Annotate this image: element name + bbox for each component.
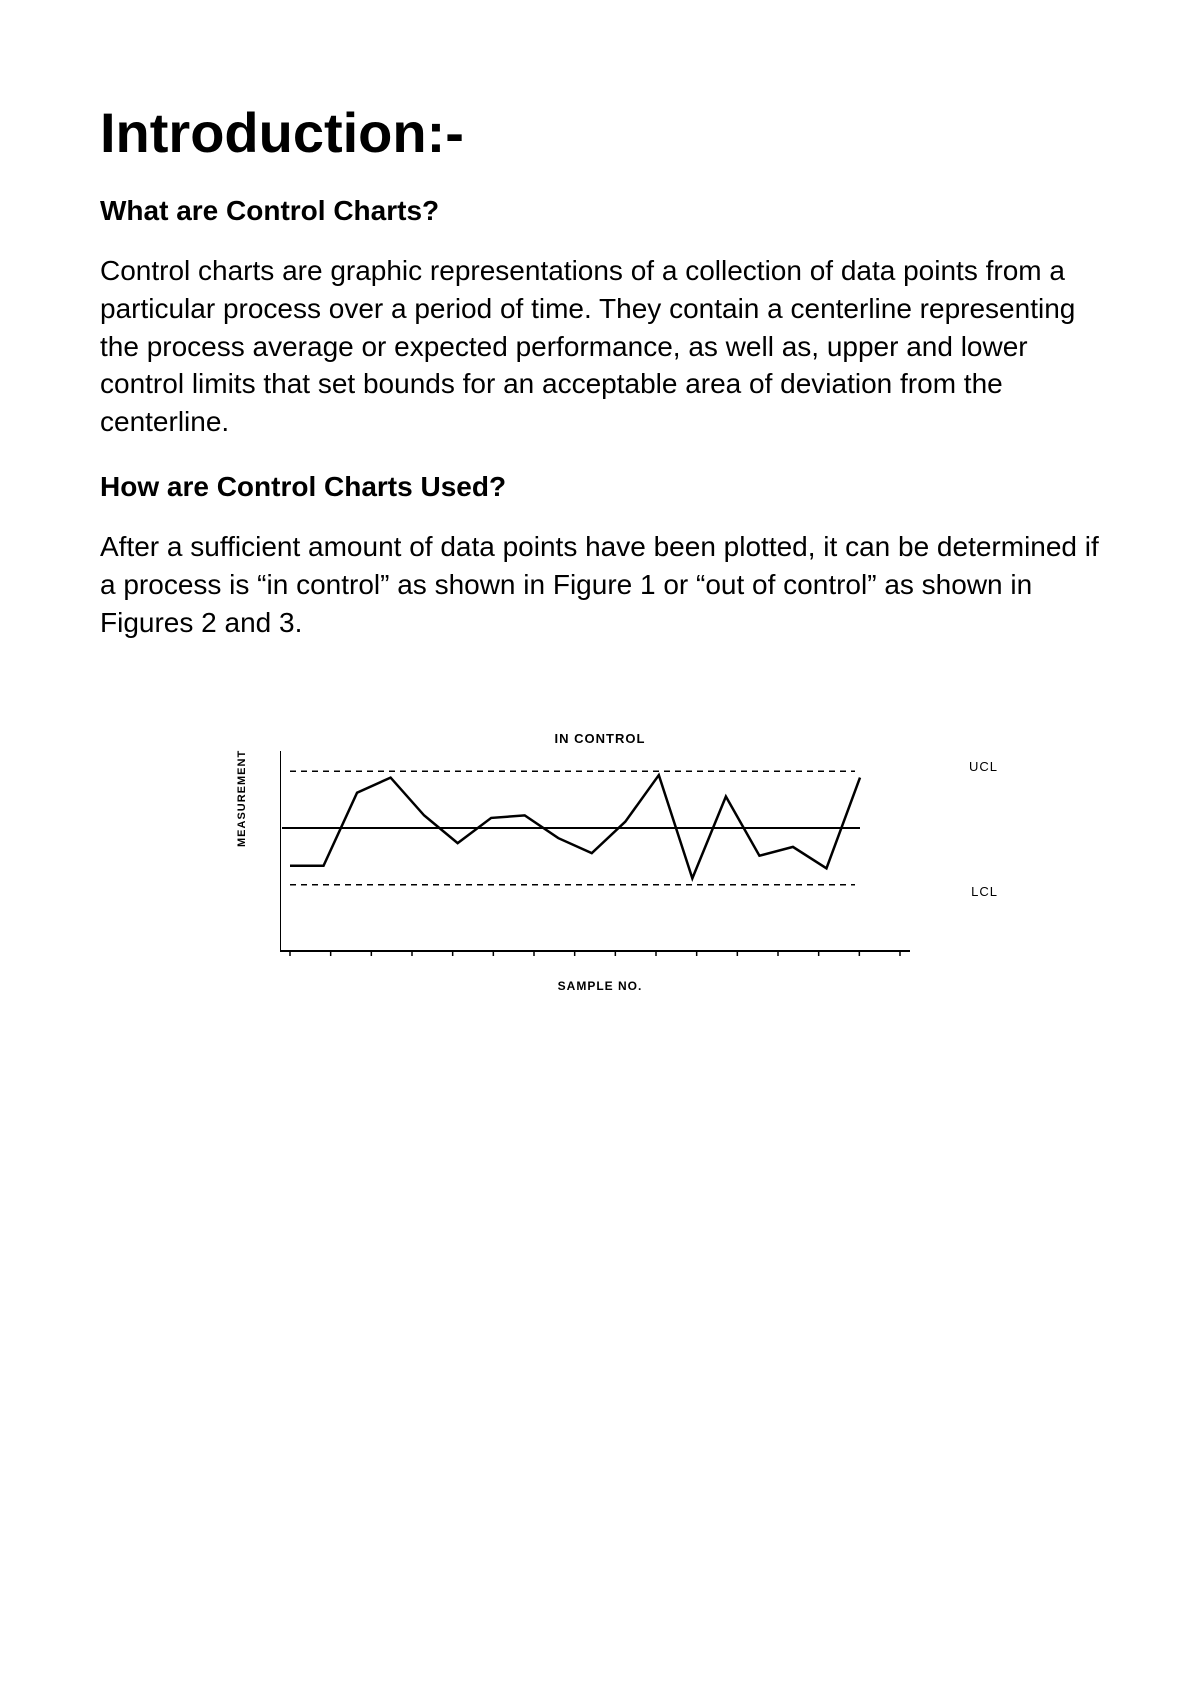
page-title: Introduction:- [100,100,1100,165]
data-line [290,775,860,878]
section-heading-2: How are Control Charts Used? [100,471,1100,503]
control-chart-svg [280,751,920,971]
section-body-1: Control charts are graphic representatio… [100,252,1100,441]
chart-ucl-label: UCL [969,759,998,774]
chart-ylabel: MEASUREMENT [236,750,248,847]
chart-lcl-label: LCL [971,884,998,899]
control-chart-figure: IN CONTROL MEASUREMENT SAMPLE NO. UCL LC… [100,731,1100,991]
section-heading-1: What are Control Charts? [100,195,1100,227]
chart-title: IN CONTROL [555,731,646,746]
section-body-2: After a sufficient amount of data points… [100,528,1100,641]
chart-xlabel: SAMPLE NO. [558,979,643,993]
